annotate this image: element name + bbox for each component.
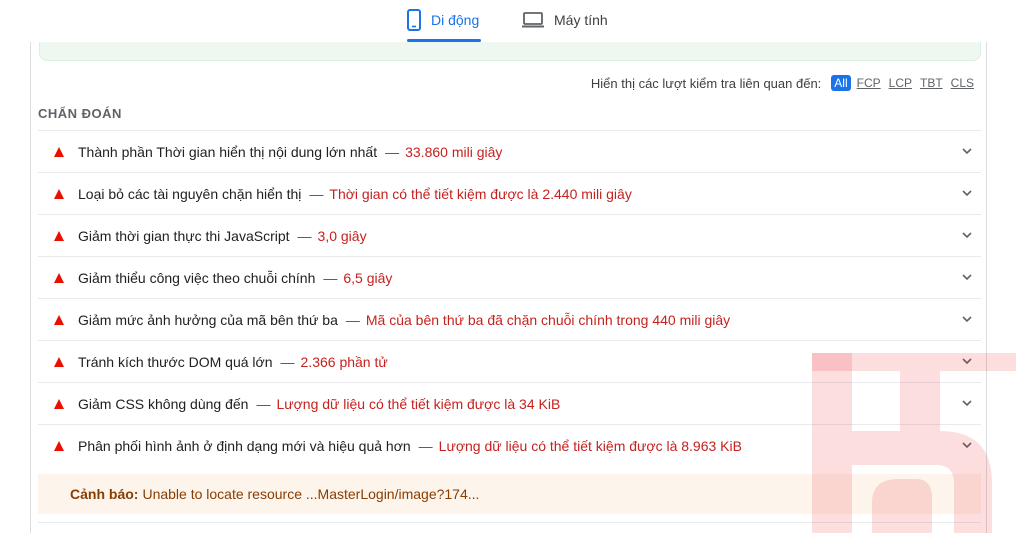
- warning-text: Unable to locate resource ...MasterLogin…: [142, 486, 480, 502]
- tab-desktop[interactable]: Máy tính: [522, 0, 608, 40]
- fail-triangle-icon: [54, 356, 64, 367]
- fail-triangle-icon: [54, 398, 64, 409]
- audit-detail: 33.860 mili giây: [405, 143, 503, 160]
- audit-item-render-blocking[interactable]: Loại bỏ các tài nguyên chặn hiển thị — T…: [38, 172, 981, 214]
- smartphone-icon: [407, 9, 421, 31]
- audit-title: Tránh kích thước DOM quá lớn: [78, 353, 273, 370]
- audit-separator: —: [309, 185, 324, 202]
- fail-triangle-icon: [54, 230, 64, 241]
- audit-detail: Thời gian có thể tiết kiệm được là 2.440…: [329, 185, 632, 202]
- audit-title: Phân phối hình ảnh ở định dạng mới và hi…: [78, 437, 411, 454]
- audit-title: Giảm thiểu công việc theo chuỗi chính: [78, 269, 316, 286]
- filter-chip-cls[interactable]: CLS: [949, 75, 976, 91]
- audit-separator: —: [385, 143, 400, 160]
- audit-title: Giảm thời gian thực thi JavaScript: [78, 227, 290, 244]
- audit-item-bootup-time[interactable]: Giảm thời gian thực thi JavaScript — 3,0…: [38, 214, 981, 256]
- chevron-down-icon[interactable]: [961, 187, 973, 199]
- filter-chip-lcp[interactable]: LCP: [887, 75, 914, 91]
- audit-detail: 6,5 giây: [343, 269, 393, 286]
- audit-title: Thành phần Thời gian hiển thị nội dung l…: [78, 143, 378, 160]
- audit-detail: 3,0 giây: [317, 227, 367, 244]
- audit-item-third-party[interactable]: Giảm mức ảnh hưởng của mã bên thứ ba — M…: [38, 298, 981, 340]
- metrics-summary-box: [39, 42, 981, 61]
- audit-title: Loại bỏ các tài nguyên chặn hiển thị: [78, 185, 302, 202]
- audit-detail: 2.366 phần tử: [300, 353, 388, 370]
- audit-separator: —: [323, 269, 338, 286]
- audit-detail: Mã của bên thứ ba đã chặn chuỗi chính tr…: [365, 311, 731, 328]
- filter-chip-fcp[interactable]: FCP: [855, 75, 883, 91]
- laptop-icon: [522, 12, 544, 28]
- chevron-down-icon[interactable]: [961, 229, 973, 241]
- audit-separator: —: [418, 437, 433, 454]
- audit-title: Giảm CSS không dùng đến: [78, 395, 249, 412]
- filter-chip-tbt[interactable]: TBT: [918, 75, 945, 91]
- watermark-logo: [812, 353, 1016, 533]
- fail-triangle-icon: [54, 272, 64, 283]
- fail-triangle-icon: [54, 440, 64, 451]
- tab-desktop-label: Máy tính: [554, 12, 608, 28]
- fail-triangle-icon: [54, 146, 64, 157]
- audit-item-main-thread-work[interactable]: Giảm thiểu công việc theo chuỗi chính — …: [38, 256, 981, 298]
- audit-filter-bar: Hiển thị các lượt kiểm tra liên quan đến…: [591, 75, 976, 91]
- filter-label: Hiển thị các lượt kiểm tra liên quan đến…: [590, 75, 822, 91]
- audit-title: Giảm mức ảnh hưởng của mã bên thứ ba: [78, 311, 338, 328]
- tab-mobile[interactable]: Di động: [407, 0, 482, 42]
- warning-label: Cảnh báo:: [70, 486, 139, 502]
- filter-chip-all[interactable]: All: [831, 75, 851, 91]
- tab-mobile-label: Di động: [431, 12, 480, 28]
- audit-detail: Lượng dữ liệu có thể tiết kiệm được là 3…: [276, 395, 561, 412]
- chevron-down-icon[interactable]: [961, 145, 973, 157]
- fail-triangle-icon: [54, 314, 64, 325]
- audit-separator: —: [256, 395, 271, 412]
- device-tabs: Di động Máy tính: [0, 0, 1016, 42]
- fail-triangle-icon: [54, 188, 64, 199]
- audit-separator: —: [297, 227, 312, 244]
- chevron-down-icon[interactable]: [961, 271, 973, 283]
- audit-detail: Lượng dữ liệu có thể tiết kiệm được là 8…: [438, 437, 742, 454]
- audit-separator: —: [280, 353, 295, 370]
- chevron-down-icon[interactable]: [961, 313, 973, 325]
- section-title-diagnostics: CHẨN ĐOÁN: [38, 106, 122, 121]
- audit-separator: —: [345, 311, 360, 328]
- audit-item-lcp-element[interactable]: Thành phần Thời gian hiển thị nội dung l…: [38, 130, 981, 172]
